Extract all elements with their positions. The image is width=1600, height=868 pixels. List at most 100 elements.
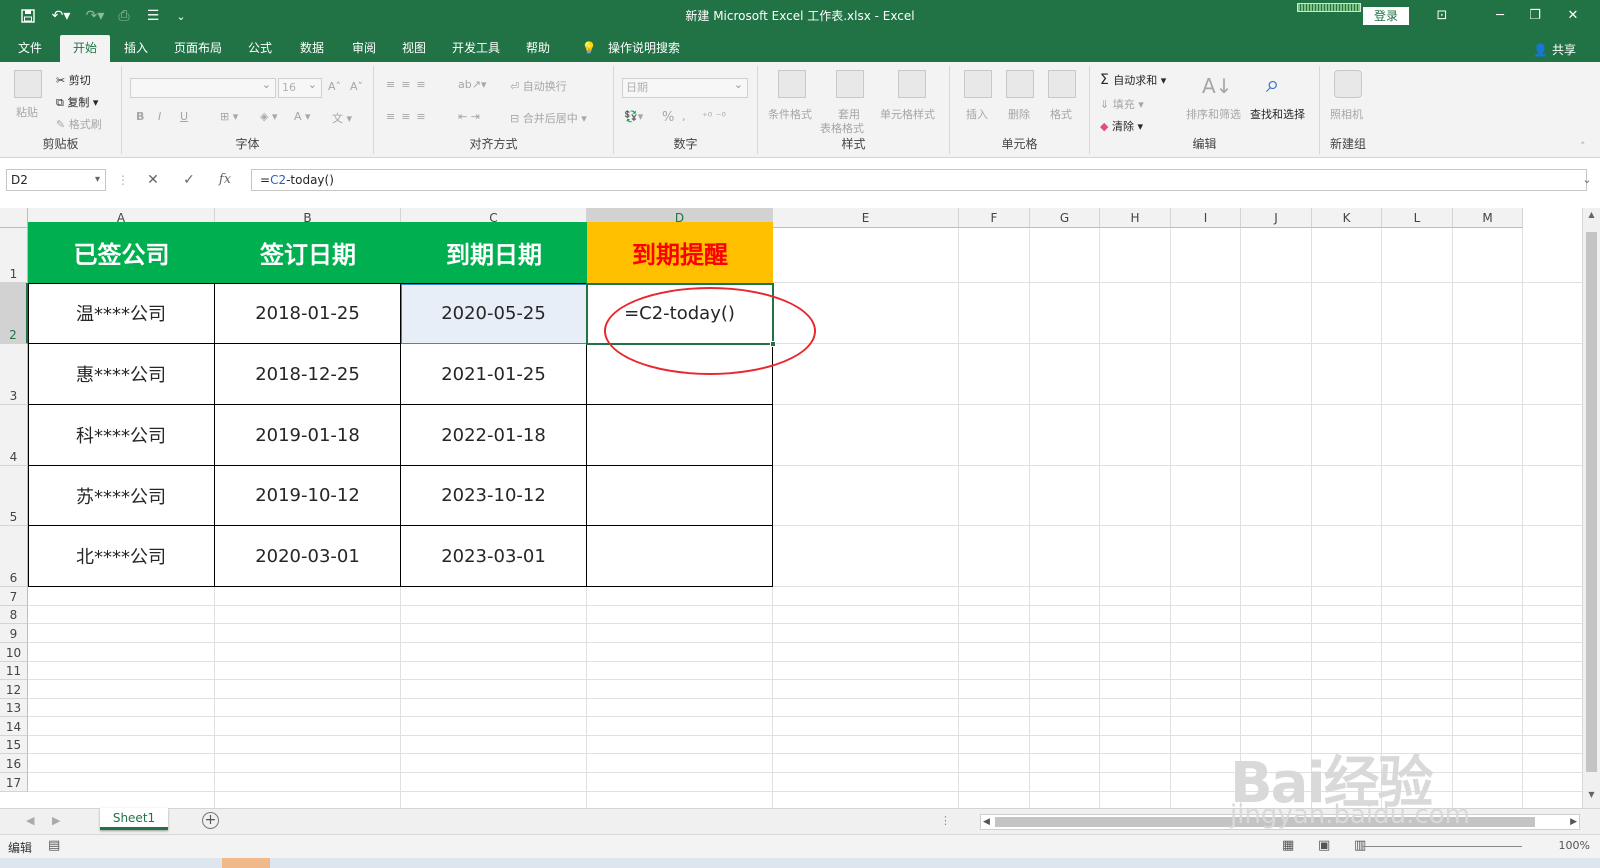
row-header-15[interactable]: 15 <box>0 736 28 754</box>
column-header-l[interactable]: L <box>1382 208 1453 228</box>
enter-icon[interactable]: ✓ <box>178 170 200 190</box>
merge-center-button[interactable]: ⊟ 合并后居中 ▾ <box>510 110 587 126</box>
tab-view[interactable]: 视图 <box>392 35 436 62</box>
insert-cells-icon[interactable] <box>964 70 992 98</box>
row-header-4[interactable]: 4 <box>0 405 28 466</box>
horizontal-align-icons[interactable]: ≡≡≡ <box>386 110 432 123</box>
border-icon[interactable]: ⊞ ▾ <box>220 110 238 123</box>
tab-review[interactable]: 审阅 <box>342 35 386 62</box>
collapse-ribbon-icon[interactable]: ˄ <box>1580 140 1586 153</box>
cell-reminder[interactable] <box>587 526 773 587</box>
font-name-combo[interactable] <box>130 76 276 98</box>
sheet-next-icon[interactable]: ▶ <box>52 814 60 827</box>
format-cells-icon[interactable] <box>1048 70 1076 98</box>
cell-reminder[interactable] <box>587 405 773 466</box>
login-button[interactable]: 登录 <box>1363 7 1409 25</box>
row-header-16[interactable]: 16 <box>0 754 28 773</box>
add-sheet-icon[interactable]: + <box>202 812 219 829</box>
vertical-scroll-thumb[interactable] <box>1586 232 1597 772</box>
cell-sign-date[interactable]: 2019-10-12 <box>215 466 401 526</box>
tab-data[interactable]: 数据 <box>290 35 334 62</box>
format-painter-button[interactable]: ✎ 格式刷 <box>56 116 102 132</box>
column-header-f[interactable]: F <box>959 208 1030 228</box>
tab-help[interactable]: 帮助 <box>516 35 560 62</box>
insert-cells-button[interactable]: 插入 <box>966 106 988 122</box>
tab-insert[interactable]: 插入 <box>114 35 158 62</box>
sort-filter-button[interactable]: 排序和筛选 <box>1186 106 1241 122</box>
row-header-9[interactable]: 9 <box>0 624 28 643</box>
vertical-align-icons[interactable]: ≡≡≡ <box>386 78 432 91</box>
insert-function-icon[interactable]: fx <box>214 170 236 190</box>
cell-expiry-date[interactable]: 2020-05-25 <box>401 283 587 344</box>
delete-cells-button[interactable]: 删除 <box>1008 106 1030 122</box>
camera-button[interactable]: 照相机 <box>1330 106 1363 122</box>
tab-splitter-icon[interactable]: ⋮ <box>940 814 951 827</box>
fill-button[interactable]: ⇓ 填充 ▾ <box>1100 96 1144 112</box>
name-box[interactable]: D2 <box>6 169 106 191</box>
formula-input[interactable]: =C2-today() <box>251 169 1587 191</box>
comma-icon[interactable]: , <box>682 110 686 123</box>
paste-icon[interactable] <box>14 70 42 98</box>
cell-sign-date[interactable]: 2018-01-25 <box>215 283 401 344</box>
cell-sign-date[interactable]: 2019-01-18 <box>215 405 401 466</box>
cell-expiry-date[interactable]: 2023-03-01 <box>401 526 587 587</box>
vertical-scrollbar[interactable]: ▲ ▼ <box>1582 208 1600 808</box>
sheet-prev-icon[interactable]: ◀ <box>26 814 34 827</box>
phonetic-icon[interactable]: 文 ▾ <box>332 110 352 126</box>
row-header-2[interactable]: 2 <box>0 283 28 344</box>
font-color-icon[interactable]: A ▾ <box>294 110 311 123</box>
cell-expiry-date[interactable]: 2021-01-25 <box>401 344 587 405</box>
decimal-icons[interactable]: ⁺⁰ ⁻⁰ <box>702 110 726 123</box>
ribbon-display-icon[interactable]: ⊡ <box>1430 6 1454 26</box>
worksheet-grid[interactable]: ABCDEFGHIJKLM 1 2 3 4 5 6 7 8 9 10 11 12 13 14 15 16 17 … <box>0 208 1582 808</box>
row-header-10[interactable]: 10 <box>0 643 28 662</box>
conditional-format-icon[interactable] <box>778 70 806 98</box>
name-box-splitter-icon[interactable]: ⋮ <box>112 170 134 190</box>
scroll-left-icon[interactable]: ◀ <box>983 815 990 829</box>
percent-button[interactable]: % <box>662 110 674 125</box>
row-header-17[interactable]: 17 <box>0 773 28 792</box>
share-button[interactable]: 👤 共享 <box>1533 41 1576 58</box>
format-cells-button[interactable]: 格式 <box>1050 106 1072 122</box>
row-header-1[interactable]: 1 <box>0 228 28 283</box>
cell-company[interactable]: 苏****公司 <box>28 466 215 526</box>
header-cell-expiry-date[interactable]: 到期日期 <box>401 222 587 283</box>
column-header-k[interactable]: K <box>1312 208 1382 228</box>
cancel-icon[interactable]: ✕ <box>142 170 164 190</box>
table-format-line2[interactable]: 表格格式 <box>820 120 864 136</box>
cell-company[interactable]: 科****公司 <box>28 405 215 466</box>
zoom-level[interactable]: 100% <box>1559 839 1590 852</box>
cell-reminder[interactable] <box>587 466 773 526</box>
cell-expiry-date[interactable]: 2022-01-18 <box>401 405 587 466</box>
cell-company[interactable]: 温****公司 <box>28 283 215 344</box>
taskbar-app[interactable] <box>222 858 270 868</box>
tab-formulas[interactable]: 公式 <box>238 35 282 62</box>
page-layout-view-icon[interactable]: ▣ <box>1318 838 1330 853</box>
orientation-icon[interactable]: ab↗▾ <box>458 78 486 91</box>
header-cell-company[interactable]: 已签公司 <box>28 222 215 283</box>
row-header-6[interactable]: 6 <box>0 526 28 587</box>
tab-developer[interactable]: 开发工具 <box>446 35 506 62</box>
cell-company[interactable]: 北****公司 <box>28 526 215 587</box>
row-header-8[interactable]: 8 <box>0 606 28 624</box>
row-header-11[interactable]: 11 <box>0 662 28 680</box>
underline-button[interactable]: U <box>180 110 188 123</box>
row-header-13[interactable]: 13 <box>0 699 28 717</box>
paste-button[interactable]: 粘贴 <box>16 104 38 120</box>
fill-color-icon[interactable]: ◈ ▾ <box>260 110 277 123</box>
header-cell-sign-date[interactable]: 签订日期 <box>215 222 401 283</box>
column-header-g[interactable]: G <box>1030 208 1100 228</box>
column-header-h[interactable]: H <box>1100 208 1171 228</box>
tab-file[interactable]: 文件 <box>8 35 52 62</box>
number-format-combo[interactable]: 日期 <box>622 76 748 98</box>
magnifier-icon[interactable]: ⌕ <box>1266 70 1279 98</box>
cell-company[interactable]: 惠****公司 <box>28 344 215 405</box>
bold-button[interactable]: B <box>136 110 144 123</box>
scroll-down-icon[interactable]: ▼ <box>1583 790 1600 799</box>
row-header-5[interactable]: 5 <box>0 466 28 526</box>
zoom-slider[interactable] <box>1362 846 1522 847</box>
scroll-up-icon[interactable]: ▲ <box>1583 210 1600 219</box>
wrap-text-button[interactable]: ⏎ 自动换行 <box>510 78 567 94</box>
indent-icons[interactable]: ⇤ ⇥ <box>458 110 480 123</box>
column-header-m[interactable]: M <box>1453 208 1523 228</box>
